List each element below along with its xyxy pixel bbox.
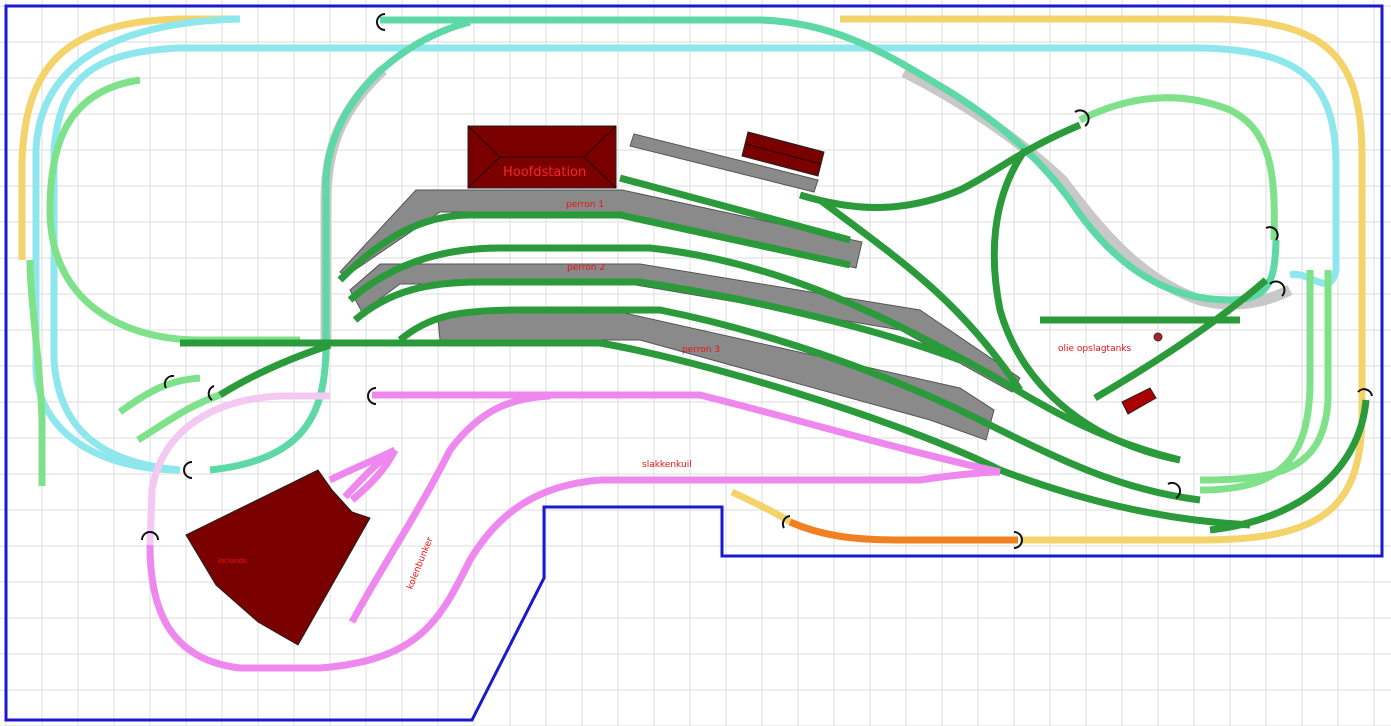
label-perron-1: perron 1 — [566, 200, 604, 210]
track-orange — [788, 518, 1018, 544]
track-lightgreen-right — [1078, 94, 1278, 241]
label-olie-opslagtanks: olie opslagtanks — [1058, 344, 1132, 354]
label-locloods: locloods — [218, 557, 247, 565]
track-station-5 — [180, 339, 1251, 529]
label-hoofdstation: Hoofdstation — [503, 165, 586, 180]
track-branch-right — [990, 147, 1181, 464]
label-perron-3: perron 3 — [682, 345, 720, 355]
label-kolenbunker: kolenbunker — [406, 536, 436, 591]
track-layout-plan: Hoofdstation locloods perron 1 perron 2 … — [0, 0, 1391, 726]
track-pink-2 — [600, 468, 1001, 484]
locloods-building — [185, 469, 371, 646]
oil-tank — [1153, 332, 1163, 342]
oil-tank-depot — [1121, 387, 1157, 415]
track-lightgreen-loop — [46, 76, 300, 344]
track-station-6 — [218, 341, 332, 398]
label-perron-2: perron 2 — [567, 263, 605, 273]
label-slakkenkuil: slakkenkuil — [642, 460, 692, 470]
track-yellow-stub — [730, 488, 793, 525]
